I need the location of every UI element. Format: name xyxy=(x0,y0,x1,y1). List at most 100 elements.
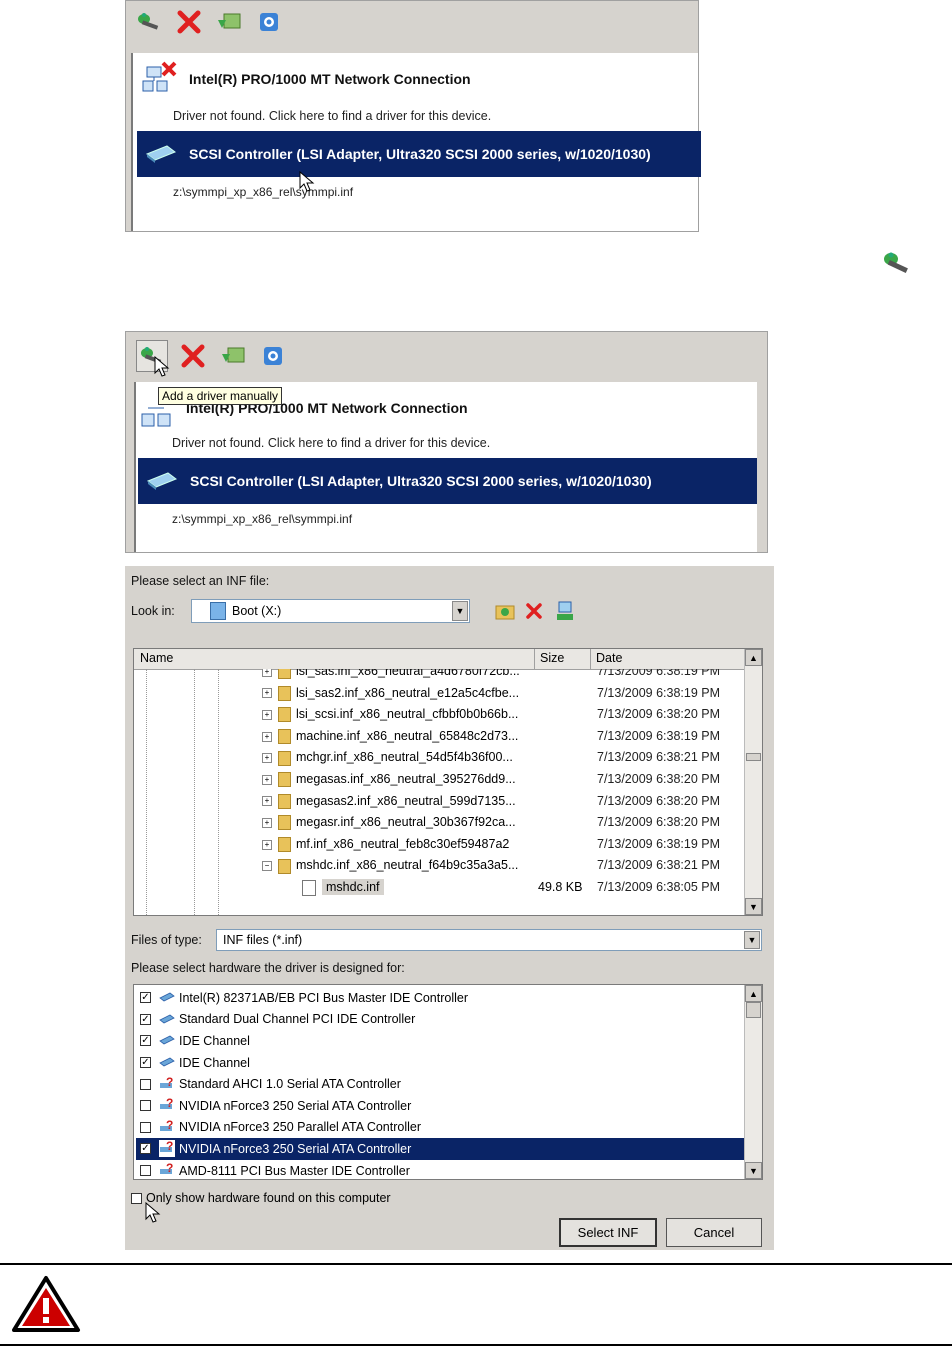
device-title-scsi: SCSI Controller (LSI Adapter, Ultra320 S… xyxy=(190,473,652,489)
hardware-checkbox[interactable] xyxy=(140,1165,151,1177)
hardware-label: Standard Dual Channel PCI IDE Controller xyxy=(179,1012,416,1027)
settings-icon[interactable] xyxy=(258,341,288,371)
warning-icon xyxy=(10,1274,82,1339)
delete-icon[interactable] xyxy=(525,602,543,625)
search-drivers-icon[interactable] xyxy=(218,341,248,371)
device-status-network[interactable]: Driver not found. Click here to find a d… xyxy=(172,436,490,450)
files-of-type-label: Files of type: xyxy=(131,933,202,947)
look-in-combo[interactable]: Boot (X:) ▼ xyxy=(191,599,470,623)
column-name[interactable]: Name xyxy=(140,651,173,665)
unknown-device-icon: ? xyxy=(159,1139,175,1158)
mouse-cursor-icon xyxy=(299,170,315,198)
file-name: mf.inf_x86_neutral_feb8c30ef59487a2 xyxy=(296,836,510,851)
column-date[interactable]: Date xyxy=(596,651,622,665)
driver-panel-1: Intel(R) PRO/1000 MT Network Connection … xyxy=(125,0,701,232)
hardware-checkbox[interactable] xyxy=(140,1121,151,1133)
hardware-checkbox[interactable]: ✓ xyxy=(140,1057,151,1069)
network-adapter-error-icon xyxy=(139,61,181,106)
file-list[interactable]: Name Size Date + lsi_sas.inf_x86_neutral_… xyxy=(133,648,763,916)
folder-row[interactable]: − mshdc.inf_x86_neutral_f64b9c35a3a5... 7/… xyxy=(134,855,744,877)
folder-row[interactable]: + megasr.inf_x86_neutral_30b367f92ca... 7/… xyxy=(134,812,744,834)
expand-toggle-icon[interactable]: + xyxy=(262,731,272,742)
scroll-down-icon[interactable]: ▼ xyxy=(745,898,762,915)
hardware-checkbox[interactable] xyxy=(140,1078,151,1090)
file-date: 7/13/2009 6:38:21 PM xyxy=(597,858,721,873)
hardware-checkbox[interactable] xyxy=(140,1100,151,1112)
scroll-down-icon[interactable]: ▼ xyxy=(745,1162,762,1179)
driver-path-scsi: z:\symmpi_xp_x86_rel\symmpi.inf xyxy=(172,512,353,526)
folder-row[interactable]: + lsi_sas.inf_x86_neutral_a4d6780f72cb...… xyxy=(134,669,744,683)
chevron-down-icon[interactable]: ▼ xyxy=(452,601,468,621)
device-row-scsi-selected[interactable]: SCSI Controller (LSI Adapter, Ultra320 S… xyxy=(137,131,701,177)
file-size: 49.8 KB xyxy=(538,880,583,894)
cancel-button[interactable]: Cancel xyxy=(666,1218,762,1247)
hardware-row[interactable]: ? AMD-8111 PCI Bus Master IDE Controller xyxy=(140,1160,740,1179)
chevron-down-icon[interactable]: ▼ xyxy=(744,931,760,949)
mouse-cursor-icon xyxy=(154,355,170,383)
inf-prompt: Please select an INF file: xyxy=(131,574,270,588)
unknown-device-icon: ? xyxy=(159,1161,175,1179)
hardware-label: IDE Channel xyxy=(179,1055,250,1070)
hardware-checkbox[interactable]: ✓ xyxy=(140,1013,151,1025)
device-row-scsi-selected[interactable]: SCSI Controller (LSI Adapter, Ultra320 S… xyxy=(138,458,757,504)
remove-driver-icon[interactable] xyxy=(174,7,204,37)
files-of-type-value: INF files (*.inf) xyxy=(223,933,303,947)
hardware-row[interactable]: ✓? NVIDIA nForce3 250 Serial ATA Controll… xyxy=(136,1138,744,1160)
expand-toggle-icon[interactable]: + xyxy=(262,753,272,764)
hardware-row[interactable]: ✓ Intel(R) 82371AB/EB PCI Bus Master IDE … xyxy=(140,987,740,1009)
folder-row[interactable]: + lsi_sas2.inf_x86_neutral_e12a5c4cfbe...… xyxy=(134,683,744,705)
scroll-up-icon[interactable]: ▲ xyxy=(745,649,762,666)
driver-panel-2: Intel(R) PRO/1000 MT Network Connection … xyxy=(125,331,768,553)
hardware-row[interactable]: ✓ IDE Channel xyxy=(140,1052,740,1074)
settings-icon[interactable] xyxy=(254,7,284,37)
hardware-list-scrollbar[interactable]: ▲ ▼ xyxy=(744,985,762,1179)
hardware-row[interactable]: ? Standard AHCI 1.0 Serial ATA Controller xyxy=(140,1073,740,1095)
expand-toggle-icon[interactable]: − xyxy=(262,861,272,872)
folder-row[interactable]: + lsi_scsi.inf_x86_neutral_cfbbf0b0b66b..… xyxy=(134,704,744,726)
only-show-checkbox[interactable] xyxy=(131,1192,142,1204)
expand-toggle-icon[interactable]: + xyxy=(262,688,272,699)
folder-icon xyxy=(278,793,291,809)
hardware-list[interactable]: ✓ Intel(R) 82371AB/EB PCI Bus Master IDE … xyxy=(133,984,763,1180)
expand-toggle-icon[interactable]: + xyxy=(262,839,272,850)
folder-row[interactable]: + mf.inf_x86_neutral_feb8c30ef59487a2 7/13… xyxy=(134,834,744,856)
scroll-up-icon[interactable]: ▲ xyxy=(745,985,762,1002)
scroll-thumb[interactable] xyxy=(746,1002,761,1018)
expand-toggle-icon[interactable]: + xyxy=(262,817,272,828)
select-inf-button[interactable]: Select INF xyxy=(559,1218,657,1247)
new-folder-icon[interactable] xyxy=(495,602,515,625)
only-show-row[interactable]: Only show hardware found on this compute… xyxy=(131,1191,391,1205)
file-row[interactable]: mshdc.inf 49.8 KB 7/13/2009 6:38:05 PM xyxy=(134,877,744,899)
file-list-header: Name Size Date xyxy=(134,649,744,670)
add-driver-icon[interactable] xyxy=(134,7,164,37)
hardware-checkbox[interactable]: ✓ xyxy=(140,1143,151,1155)
expand-toggle-icon[interactable]: + xyxy=(262,709,272,720)
look-in-label: Look in: xyxy=(131,604,175,618)
device-title-scsi: SCSI Controller (LSI Adapter, Ultra320 S… xyxy=(189,146,651,162)
files-of-type-combo[interactable]: INF files (*.inf) ▼ xyxy=(216,929,762,951)
inf-file-icon xyxy=(302,880,316,896)
hardware-row[interactable]: ? NVIDIA nForce3 250 Serial ATA Controlle… xyxy=(140,1095,740,1117)
folder-row[interactable]: + mchgr.inf_x86_neutral_54d5f4b36f00... 7/… xyxy=(134,747,744,769)
hardware-row[interactable]: ? NVIDIA nForce3 250 Parallel ATA Control… xyxy=(140,1117,740,1139)
remove-driver-icon[interactable] xyxy=(178,341,208,371)
column-size[interactable]: Size xyxy=(540,651,564,665)
file-list-scrollbar[interactable]: ▲ ▼ xyxy=(744,649,762,915)
device-title-network[interactable]: Intel(R) PRO/1000 MT Network Connection xyxy=(189,71,471,87)
network-drive-icon[interactable] xyxy=(555,600,575,627)
folder-row[interactable]: + megasas2.inf_x86_neutral_599d7135... 7/1… xyxy=(134,791,744,813)
hardware-row[interactable]: ✓ IDE Channel xyxy=(140,1030,740,1052)
hardware-row[interactable]: ✓ Standard Dual Channel PCI IDE Controlle… xyxy=(140,1009,740,1031)
search-drivers-icon[interactable] xyxy=(214,7,244,37)
folder-row[interactable]: + megasas.inf_x86_neutral_395276dd9... 7/1… xyxy=(134,769,744,791)
folder-row[interactable]: + machine.inf_x86_neutral_65848c2d73... 7/… xyxy=(134,726,744,748)
expand-toggle-icon[interactable]: + xyxy=(262,796,272,807)
svg-text:?: ? xyxy=(166,1076,173,1089)
expand-toggle-icon[interactable]: + xyxy=(262,669,272,677)
scroll-thumb[interactable] xyxy=(746,753,761,761)
device-status-network[interactable]: Driver not found. Click here to find a d… xyxy=(173,109,491,123)
hardware-label: NVIDIA nForce3 250 Serial ATA Controller xyxy=(179,1098,412,1113)
expand-toggle-icon[interactable]: + xyxy=(262,774,272,785)
hardware-checkbox[interactable]: ✓ xyxy=(140,1035,151,1047)
hardware-checkbox[interactable]: ✓ xyxy=(140,992,151,1004)
